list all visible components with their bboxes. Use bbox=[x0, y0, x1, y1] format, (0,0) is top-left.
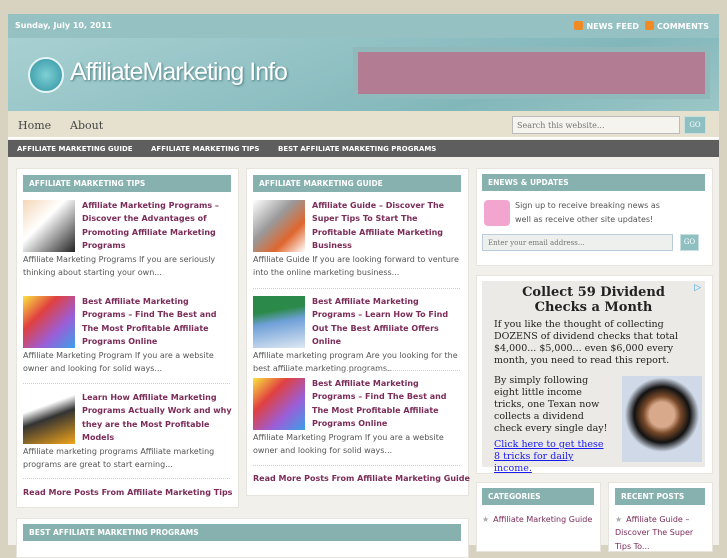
list-item: Best Affiliate Marketing Programs – Find… bbox=[253, 377, 463, 457]
ad-paragraph-2: By simply following eight little income … bbox=[494, 375, 608, 434]
category-label: Affiliate Marketing Guide bbox=[493, 515, 593, 524]
header-banner-ad[interactable] bbox=[353, 47, 710, 99]
list-item: Affiliate Guide – Discover The Super Tip… bbox=[253, 199, 463, 279]
divider bbox=[23, 383, 230, 384]
rss-feed-icon bbox=[484, 200, 510, 226]
divider bbox=[253, 288, 460, 289]
tips-title: AFFILIATE MARKETING TIPS bbox=[23, 175, 231, 192]
category-item[interactable]: ★ Affiliate Marketing Guide bbox=[482, 513, 594, 526]
divider bbox=[253, 370, 460, 371]
post-excerpt: Affiliate Marketing Program If you are a… bbox=[23, 350, 214, 374]
nav-home[interactable]: Home bbox=[18, 119, 51, 132]
date: Sunday, July 10, 2011 bbox=[15, 21, 113, 30]
list-item: Best Affiliate Marketing Programs – Find… bbox=[23, 295, 233, 375]
post-thumbnail[interactable] bbox=[23, 392, 75, 444]
post-thumbnail[interactable] bbox=[253, 296, 305, 348]
comments-label: COMMENTS bbox=[657, 22, 709, 31]
menu-affiliate-marketing-guide[interactable]: AFFILIATE MARKETING GUIDE bbox=[17, 145, 133, 153]
divider bbox=[23, 478, 230, 479]
recent-posts-title: RECENT POSTS bbox=[615, 488, 705, 505]
star-icon: ★ bbox=[615, 515, 623, 524]
list-item: Affiliate Marketing Programs – Discover … bbox=[23, 199, 233, 279]
news-feed-label: NEWS FEED bbox=[586, 22, 640, 31]
post-thumbnail[interactable] bbox=[253, 200, 305, 252]
post-excerpt: Affiliate Marketing Programs If you are … bbox=[23, 254, 216, 278]
recent-post-label: Affiliate Guide – Discover The Super Tip… bbox=[615, 515, 694, 551]
read-more-guide-link[interactable]: Read More Posts From Affiliate Marketing… bbox=[253, 474, 470, 483]
categories-title: CATEGORIES bbox=[482, 488, 594, 505]
enews-title: ENEWS & UPDATES bbox=[482, 174, 705, 191]
menu-best-affiliate-marketing-programs[interactable]: BEST AFFILIATE MARKETING PROGRAMS bbox=[278, 145, 436, 153]
dividend-ad[interactable]: ▷ Collect 59 Dividend Checks a Month If … bbox=[482, 281, 705, 474]
read-more-tips-link[interactable]: Read More Posts From Affiliate Marketing… bbox=[23, 488, 232, 497]
post-thumbnail[interactable] bbox=[23, 296, 75, 348]
divider bbox=[253, 465, 460, 466]
top-bar: Sunday, July 10, 2011 NEWS FEED COMMENTS bbox=[8, 14, 719, 38]
post-excerpt: Affiliate Marketing Program If you are a… bbox=[253, 432, 444, 456]
rss-icon bbox=[645, 21, 655, 30]
ad-link[interactable]: Click here to get these 8 tricks for dai… bbox=[494, 439, 612, 475]
rss-icon bbox=[574, 21, 584, 30]
email-input[interactable] bbox=[482, 234, 673, 251]
enews-go-button[interactable]: GO bbox=[680, 234, 699, 251]
post-thumbnail[interactable] bbox=[253, 378, 305, 430]
post-excerpt: Affiliate Guide If you are looking forwa… bbox=[253, 254, 459, 278]
ad-headline: Collect 59 Dividend Checks a Month bbox=[522, 285, 665, 315]
post-excerpt: Affiliate marketing programs Affiliate m… bbox=[23, 446, 215, 470]
search-go-button[interactable]: GO bbox=[684, 116, 706, 134]
comments-feed-link[interactable]: COMMENTS bbox=[645, 21, 709, 31]
globe-logo-icon[interactable] bbox=[28, 57, 64, 93]
programs-title: BEST AFFILIATE MARKETING PROGRAMS bbox=[23, 524, 461, 541]
recent-post-item[interactable]: ★ Affiliate Guide – Discover The Super Ti… bbox=[615, 513, 707, 553]
ad-photo bbox=[622, 376, 702, 462]
star-icon: ★ bbox=[482, 515, 490, 524]
ad-paragraph-1: If you like the thought of collecting DO… bbox=[494, 319, 679, 366]
enews-text: Sign up to receive breaking news as well… bbox=[515, 201, 660, 224]
nav-about[interactable]: About bbox=[70, 119, 103, 132]
guide-title: AFFILIATE MARKETING GUIDE bbox=[253, 175, 461, 192]
adchoices-icon[interactable]: ▷ bbox=[694, 283, 701, 293]
site-logo[interactable]: AffiliateMarketing Info bbox=[70, 58, 288, 87]
category-menu: AFFILIATE MARKETING GUIDE AFFILIATE MARK… bbox=[8, 140, 719, 157]
list-item: Best Affiliate Marketing Programs – Lear… bbox=[253, 295, 463, 375]
post-thumbnail[interactable] bbox=[23, 200, 75, 252]
menu-affiliate-marketing-tips[interactable]: AFFILIATE MARKETING TIPS bbox=[151, 145, 259, 153]
search-input[interactable] bbox=[512, 116, 680, 134]
list-item: Learn How Affiliate Marketing Programs A… bbox=[23, 391, 233, 471]
news-feed-link[interactable]: NEWS FEED bbox=[574, 21, 639, 31]
